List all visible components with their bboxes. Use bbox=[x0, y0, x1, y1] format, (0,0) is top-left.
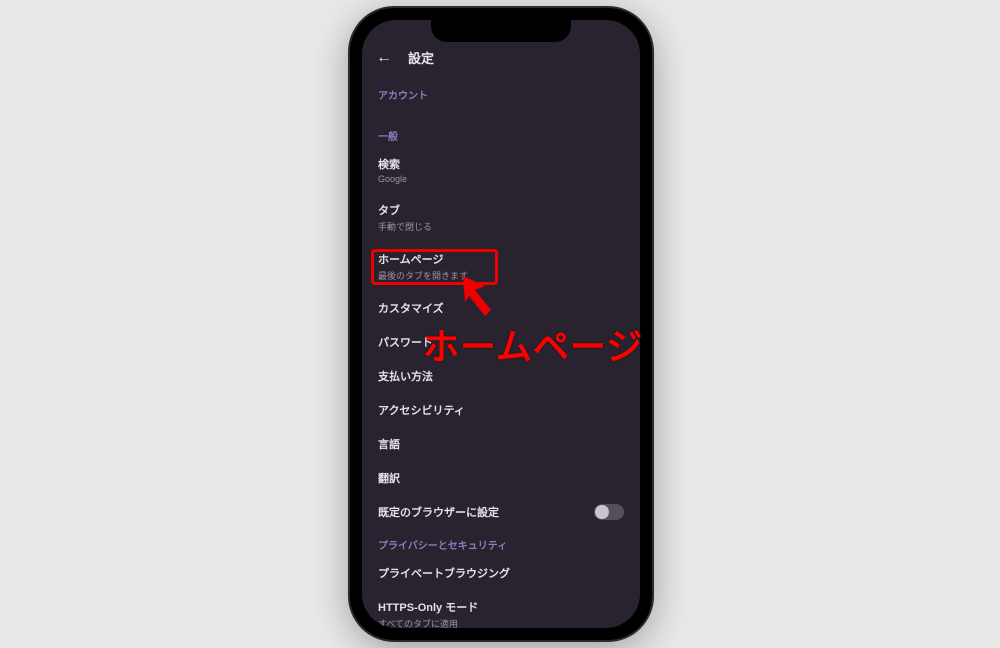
row-sub: 手動で閉じる bbox=[378, 220, 624, 233]
section-privacy: プライバシーとセキュリティ bbox=[362, 529, 640, 556]
back-arrow-icon[interactable]: ← bbox=[376, 50, 392, 66]
row-payment[interactable]: 支払い方法 bbox=[362, 359, 640, 393]
row-translate[interactable]: 翻訳 bbox=[362, 461, 640, 495]
row-default-browser[interactable]: 既定のブラウザーに設定 bbox=[362, 495, 640, 529]
row-label: カスタマイズ bbox=[378, 300, 624, 316]
row-label: 支払い方法 bbox=[378, 368, 624, 384]
row-label: 言語 bbox=[378, 436, 624, 452]
row-sub: すべてのタブに適用 bbox=[378, 617, 624, 628]
section-general: 一般 bbox=[362, 106, 640, 147]
row-label: HTTPS-Only モード bbox=[378, 599, 624, 615]
row-label: プライベートブラウジング bbox=[378, 565, 624, 581]
row-sub: 最後のタブを開きます bbox=[378, 269, 624, 282]
row-label: 既定のブラウザーに設定 bbox=[378, 504, 499, 520]
section-account: アカウント bbox=[362, 77, 640, 106]
toggle-knob bbox=[595, 505, 609, 519]
row-search[interactable]: 検索 Google bbox=[362, 147, 640, 193]
page-title: 設定 bbox=[408, 48, 434, 67]
row-https-only[interactable]: HTTPS-Only モード すべてのタブに適用 bbox=[362, 590, 640, 628]
row-homepage[interactable]: ホームページ 最後のタブを開きます bbox=[362, 242, 640, 291]
phone-frame: ← 設定 アカウント 一般 検索 Google タブ 手動で閉じる ホームページ… bbox=[350, 8, 652, 640]
toggle-switch[interactable] bbox=[594, 504, 624, 520]
row-label: ホームページ bbox=[378, 251, 624, 267]
row-customize[interactable]: カスタマイズ bbox=[362, 291, 640, 325]
screen: ← 設定 アカウント 一般 検索 Google タブ 手動で閉じる ホームページ… bbox=[362, 20, 640, 628]
row-language[interactable]: 言語 bbox=[362, 427, 640, 461]
row-label: 翻訳 bbox=[378, 470, 624, 486]
row-accessibility[interactable]: アクセシビリティ bbox=[362, 393, 640, 427]
row-label: アクセシビリティ bbox=[378, 402, 624, 418]
row-label: タブ bbox=[378, 202, 624, 218]
row-sub: Google bbox=[378, 174, 624, 184]
row-label: パスワード bbox=[378, 334, 624, 350]
row-password[interactable]: パスワード bbox=[362, 325, 640, 359]
row-tabs[interactable]: タブ 手動で閉じる bbox=[362, 193, 640, 242]
row-private-browsing[interactable]: プライベートブラウジング bbox=[362, 556, 640, 590]
notch bbox=[431, 20, 571, 42]
row-label: 検索 bbox=[378, 156, 624, 172]
